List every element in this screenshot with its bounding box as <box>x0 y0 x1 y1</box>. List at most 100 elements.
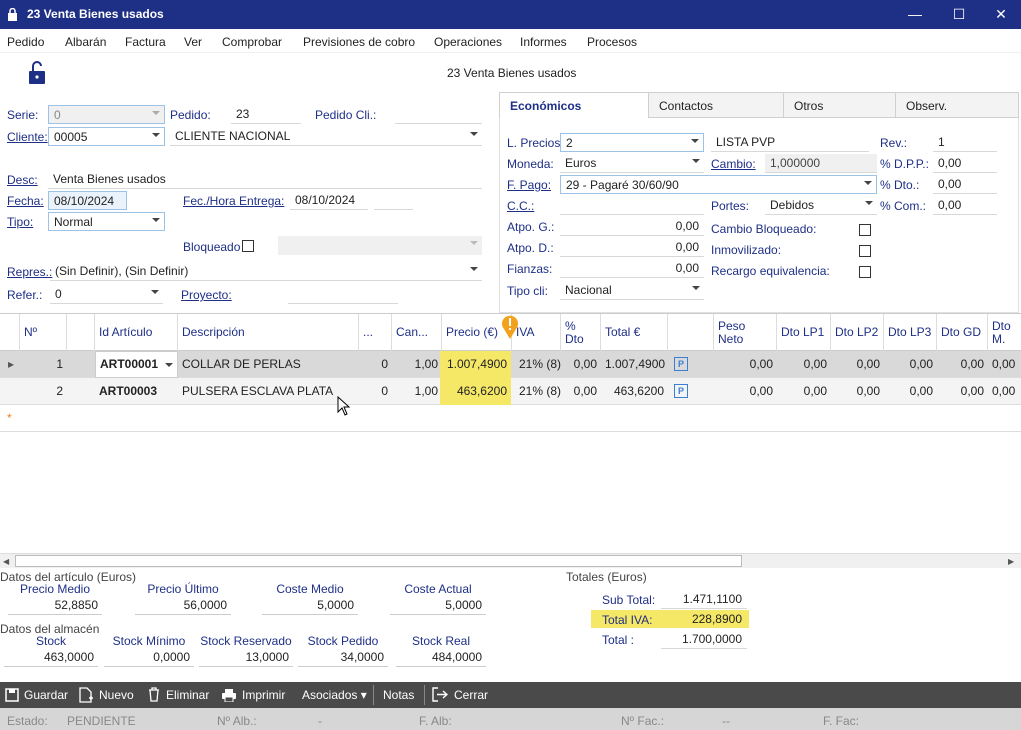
tipo-select[interactable]: Normal <box>48 212 165 231</box>
precio-medio: Precio Medio 52,8850 <box>8 582 102 615</box>
tab-contactos[interactable]: Contactos <box>648 92 784 118</box>
atpog-field[interactable]: 0,00 <box>560 217 704 236</box>
cell-precio[interactable]: 463,6200 <box>440 378 511 405</box>
cliente-name-select[interactable]: CLIENTE NACIONAL <box>170 127 482 146</box>
pedido-cli-field[interactable] <box>395 105 482 124</box>
portes-select[interactable]: Debidos <box>765 196 877 215</box>
close-button[interactable]: ✕ <box>979 0 1021 29</box>
tipo-label[interactable]: Tipo: <box>7 215 33 229</box>
scroll-left-icon[interactable]: ◀ <box>3 557 9 566</box>
lprecios-select[interactable]: 2 <box>560 133 704 152</box>
repres-label[interactable]: Repres.: <box>7 265 52 279</box>
cambio-label[interactable]: Cambio: <box>711 157 756 171</box>
tab-otros[interactable]: Otros <box>783 92 896 118</box>
eliminar-button[interactable]: Eliminar <box>166 688 209 702</box>
notas-button[interactable]: Notas <box>383 688 414 702</box>
p-badge-icon[interactable]: P <box>674 384 688 398</box>
cell-id-articulo[interactable]: ART00003 <box>95 378 178 405</box>
imprimir-button[interactable]: Imprimir <box>242 688 285 702</box>
fianzas-field[interactable]: 0,00 <box>560 259 704 278</box>
desc-label[interactable]: Desc: <box>7 173 38 187</box>
atpog-label: Atpo. G.: <box>507 220 555 234</box>
scroll-right-icon[interactable]: ▶ <box>1008 557 1014 566</box>
cell-id-articulo[interactable]: ART00001 <box>95 351 178 378</box>
cell-cantidad[interactable]: 1,00 <box>392 351 442 378</box>
col-dots[interactable]: ... <box>359 314 392 351</box>
col-dto-lp1[interactable]: Dto LP1 <box>777 314 831 351</box>
cell-total: 463,6200 <box>613 384 664 398</box>
fec-entrega-label[interactable]: Fec./Hora Entrega: <box>183 194 284 208</box>
proyecto-field[interactable] <box>288 285 398 304</box>
fec-entrega-field[interactable]: 08/10/2024 <box>290 191 368 210</box>
proyecto-label[interactable]: Proyecto: <box>181 288 232 302</box>
horizontal-scrollbar[interactable]: ◀ ▶ <box>0 553 1021 568</box>
unlock-icon[interactable] <box>28 60 46 85</box>
menu-operaciones[interactable]: Operaciones <box>434 35 502 49</box>
col-id-articulo[interactable]: Id Artículo <box>95 314 178 351</box>
cambio-bloq-checkbox[interactable] <box>859 224 871 236</box>
asociados-button[interactable]: Asociados ▾ <box>302 688 367 702</box>
col-dto-lp2[interactable]: Dto LP2 <box>831 314 884 351</box>
fecha-field[interactable]: 08/10/2024 <box>48 191 127 210</box>
fpago-label[interactable]: F. Pago: <box>507 178 551 192</box>
tab-observ[interactable]: Observ. <box>895 92 1019 118</box>
col-dto-lp3[interactable]: Dto LP3 <box>884 314 937 351</box>
cc-label[interactable]: C.C.: <box>507 199 534 213</box>
moneda-select[interactable]: Euros <box>560 154 704 173</box>
inmov-checkbox[interactable] <box>859 245 871 257</box>
col-n[interactable]: Nº <box>20 314 67 351</box>
cliente-label[interactable]: Cliente: <box>7 130 48 144</box>
col-descripcion[interactable]: Descripción <box>178 314 359 351</box>
warning-icon[interactable] <box>501 314 519 340</box>
cell-cantidad[interactable]: 1,00 <box>392 378 442 405</box>
nuevo-button[interactable]: Nuevo <box>99 688 134 702</box>
atpod-field[interactable]: 0,00 <box>560 238 704 257</box>
bloqueado-checkbox[interactable] <box>242 240 254 252</box>
maximize-button[interactable]: ☐ <box>937 0 981 29</box>
menu-comprobar[interactable]: Comprobar <box>222 35 282 49</box>
cc-field[interactable] <box>560 196 704 215</box>
dpp-field[interactable]: 0,00 <box>933 154 997 173</box>
com-field[interactable]: 0,00 <box>933 196 997 215</box>
new-row[interactable]: * <box>0 405 1021 432</box>
tab-economicos[interactable]: Económicos <box>499 92 649 118</box>
rev-field[interactable]: 1 <box>933 133 997 152</box>
repres-select[interactable]: (Sin Definir), (Sin Definir) <box>50 262 482 281</box>
dto-field[interactable]: 0,00 <box>933 175 997 194</box>
p-badge-icon[interactable]: P <box>674 357 688 371</box>
col-dto-m[interactable]: Dto M. <box>988 314 1021 351</box>
hora-entrega-field[interactable] <box>374 191 413 210</box>
refer-select[interactable]: 0 <box>50 285 163 304</box>
desc-field[interactable]: Venta Bienes usados <box>48 170 482 189</box>
cell-precio[interactable]: 1.007,4900 <box>440 351 511 378</box>
table-row[interactable]: 2 ART00003 PULSERA ESCLAVA PLATA 0 1,00 … <box>0 378 1021 405</box>
col-p[interactable] <box>668 314 714 351</box>
guardar-button[interactable]: Guardar <box>24 688 68 702</box>
pedido-field[interactable]: 23 <box>231 105 301 124</box>
recargo-checkbox[interactable] <box>859 266 871 278</box>
col-dto[interactable]: % Dto <box>561 314 601 351</box>
scrollbar-thumb[interactable] <box>15 555 742 567</box>
tipocli-select[interactable]: Nacional <box>560 281 704 300</box>
col-dto-gd[interactable]: Dto GD <box>937 314 988 351</box>
fecha-label[interactable]: Fecha: <box>7 194 44 208</box>
menu-factura[interactable]: Factura <box>125 35 166 49</box>
menu-albaran[interactable]: Albarán <box>65 35 106 49</box>
serie-select[interactable]: 0 <box>48 105 165 124</box>
cerrar-button[interactable]: Cerrar <box>454 688 488 702</box>
menu-informes[interactable]: Informes <box>520 35 567 49</box>
cliente-select[interactable]: 00005 <box>48 127 165 146</box>
table-row[interactable]: ▸ 1 ART00001 COLLAR DE PERLAS 0 1,00 1.0… <box>0 351 1021 378</box>
col-total[interactable]: Total € <box>601 314 668 351</box>
col-cantidad[interactable]: Can... <box>392 314 442 351</box>
cell-peso: 0,00 <box>749 384 773 398</box>
menu-ver[interactable]: Ver <box>184 35 202 49</box>
col-iva[interactable]: IVA <box>512 314 561 351</box>
menu-previsiones[interactable]: Previsiones de cobro <box>303 35 415 49</box>
minimize-button[interactable]: — <box>893 0 937 29</box>
menu-procesos[interactable]: Procesos <box>587 35 637 49</box>
fpago-select[interactable]: 29 - Pagaré 30/60/90 <box>560 175 877 194</box>
coste-actual: Coste Actual 5,0000 <box>390 582 486 615</box>
menu-pedido[interactable]: Pedido <box>7 35 44 49</box>
col-peso-neto[interactable]: Peso Neto <box>714 314 777 351</box>
